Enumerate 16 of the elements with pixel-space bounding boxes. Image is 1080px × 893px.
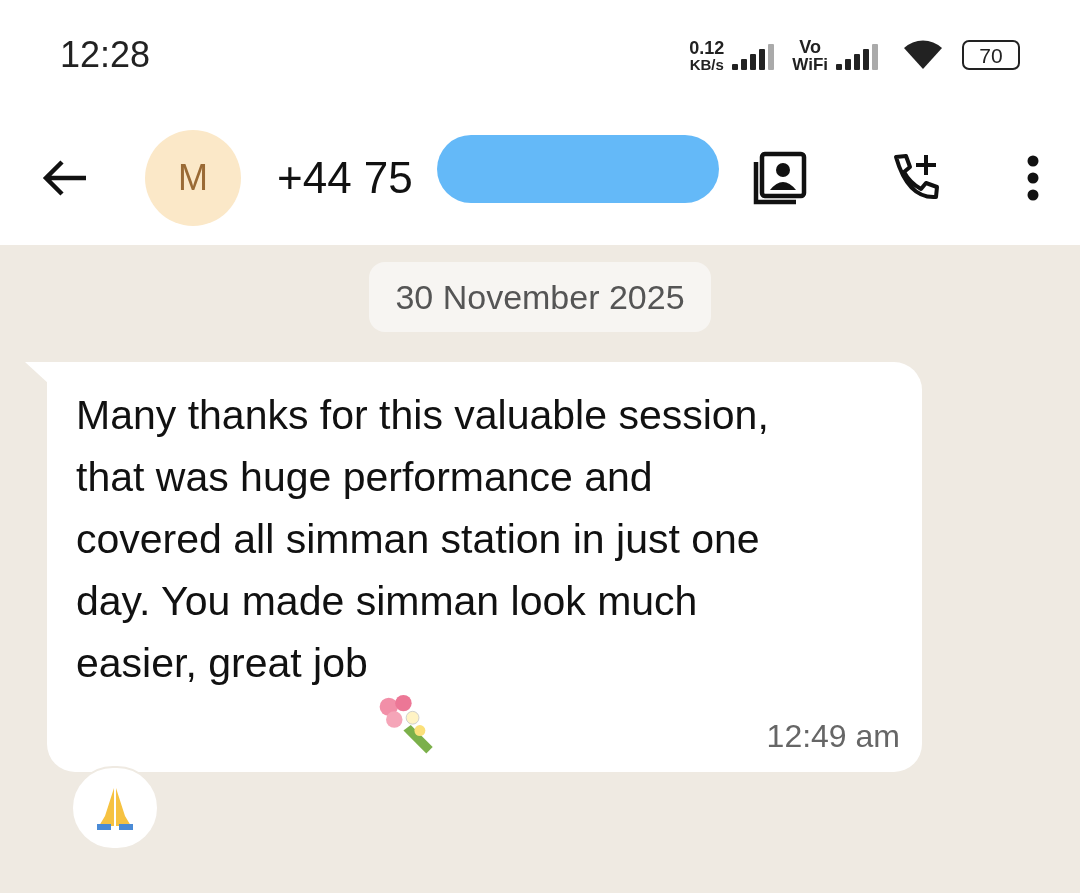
avatar[interactable]: M [145, 129, 241, 226]
volte-label: Vo [799, 37, 821, 56]
contact-name[interactable]: +44 75 [277, 144, 413, 211]
clock: 12:28 [60, 33, 151, 77]
message-text: Many thanks for this valuable session, that was huge performance and covered all simman station in just one day. You made simman look much easier, great job [76, 391, 770, 688]
message-time: 12:49 am [766, 717, 900, 756]
wifi-icon [902, 39, 944, 71]
battery-icon: 70 [962, 40, 1020, 70]
message-bubble[interactable]: Many thanks for this valuable session, that was huge performance and covered all simman station in just one day. You made simman look much easier, great job 12:49 am [47, 362, 922, 772]
bubble-tail [25, 362, 49, 384]
date-chip: 30 November 2025 [369, 262, 711, 332]
network-speed-unit: KB/s [689, 56, 724, 72]
volte-label: WiFi [792, 55, 828, 73]
contact-card-icon[interactable] [752, 149, 808, 206]
network-speed: 0.12 [689, 38, 725, 57]
more-options-icon[interactable] [1026, 154, 1040, 201]
